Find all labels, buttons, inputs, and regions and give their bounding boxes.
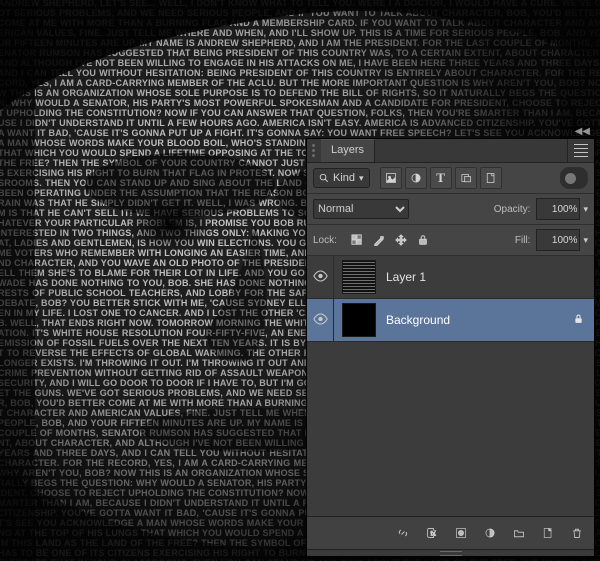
layer-mask-icon[interactable]	[452, 524, 470, 542]
layer-name[interactable]: Background	[386, 313, 450, 327]
panel-collapse-icon[interactable]: ◀◀	[575, 127, 590, 137]
layer-row[interactable]: Layer 1	[307, 256, 594, 299]
lock-icon	[573, 313, 584, 328]
filter-toggle-switch[interactable]	[560, 167, 588, 189]
tab-layers[interactable]: Layers	[321, 139, 375, 162]
delete-layer-icon[interactable]	[568, 524, 586, 542]
link-layers-icon[interactable]	[394, 524, 412, 542]
svg-text:fx: fx	[431, 531, 436, 537]
eye-icon	[313, 313, 328, 328]
opacity-input[interactable]	[536, 198, 580, 220]
panel-grip-icon[interactable]	[307, 139, 321, 162]
panel-footer: fx	[307, 516, 594, 549]
lock-position-icon[interactable]	[391, 230, 411, 250]
eye-icon	[313, 270, 328, 285]
filter-type-icon[interactable]: T	[430, 167, 452, 189]
fill-input[interactable]	[536, 229, 580, 251]
layer-filter-row: Kind ▾ T	[307, 163, 594, 194]
panel-resize-handle[interactable]	[307, 549, 594, 556]
filter-shape-icon[interactable]	[455, 167, 477, 189]
blend-opacity-row: Normal Opacity: ▾	[307, 194, 594, 225]
layer-thumbnail[interactable]	[342, 303, 376, 337]
layer-row[interactable]: Background	[307, 299, 594, 342]
chevron-down-icon[interactable]: ▾	[583, 235, 588, 246]
filter-adjustment-icon[interactable]	[405, 167, 427, 189]
new-group-icon[interactable]	[510, 524, 528, 542]
filter-pixel-icon[interactable]	[380, 167, 402, 189]
visibility-toggle[interactable]	[307, 299, 334, 341]
opacity-label: Opacity:	[494, 204, 531, 215]
layer-name[interactable]: Layer 1	[386, 270, 426, 284]
filter-kind-label: Kind	[333, 172, 355, 184]
filter-kind-select[interactable]: Kind ▾	[313, 168, 370, 188]
blend-mode-select[interactable]: Normal	[313, 199, 409, 219]
layers-panel: ◀◀ Layers Kind ▾ T	[306, 138, 595, 557]
adjustment-layer-icon[interactable]	[481, 524, 499, 542]
panel-menu-icon[interactable]	[567, 139, 594, 162]
layer-style-icon[interactable]: fx	[423, 524, 441, 542]
lock-label: Lock:	[313, 235, 337, 246]
lock-fill-row: Lock: Fill: ▾	[307, 225, 594, 256]
lock-all-icon[interactable]	[413, 230, 433, 250]
panel-tabbar: Layers	[307, 139, 594, 163]
new-layer-icon[interactable]	[539, 524, 557, 542]
chevron-down-icon: ▾	[359, 173, 364, 184]
tab-layers-label: Layers	[331, 144, 364, 156]
filter-smartobject-icon[interactable]	[480, 167, 502, 189]
lock-transparent-icon[interactable]	[347, 230, 367, 250]
chevron-down-icon[interactable]: ▾	[583, 204, 588, 215]
fill-label: Fill:	[515, 235, 531, 246]
layer-thumbnail[interactable]	[342, 260, 376, 294]
lock-pixels-icon[interactable]	[369, 230, 389, 250]
search-icon	[319, 173, 329, 183]
visibility-toggle[interactable]	[307, 256, 334, 298]
layer-list: Layer 1 Background	[307, 256, 594, 516]
